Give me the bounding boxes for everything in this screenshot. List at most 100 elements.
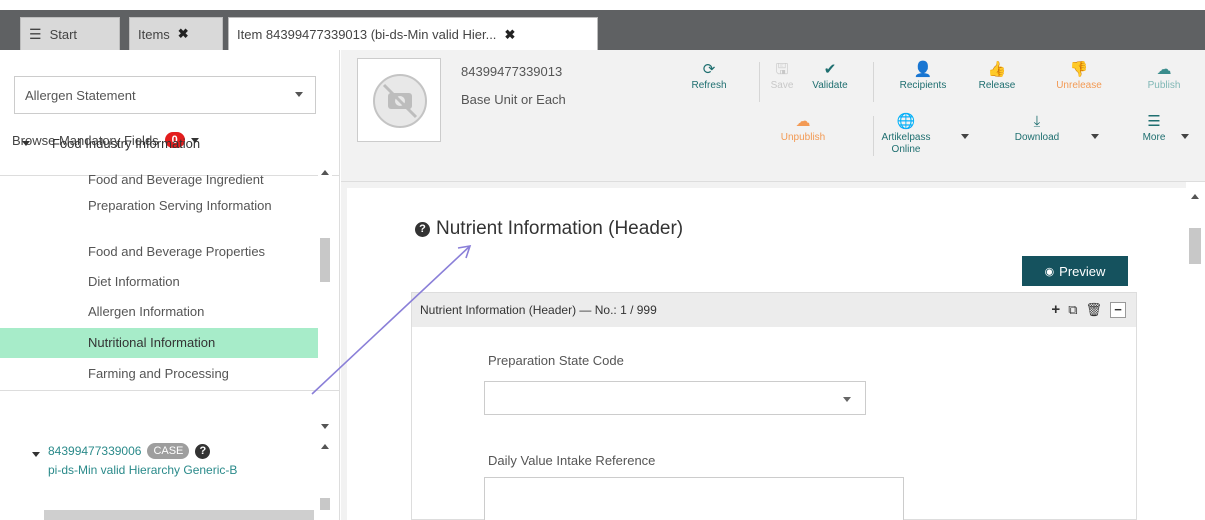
tree-group-label: Food Industry Information: [52, 136, 201, 151]
hierarchy-scrollbar[interactable]: [318, 390, 332, 510]
product-image-placeholder[interactable]: [357, 58, 441, 142]
thumbs-down-icon: 👎: [1069, 61, 1089, 78]
scroll-up-icon[interactable]: [321, 444, 329, 449]
hierarchy-item[interactable]: 84399477339006 CASE ? pi-ds-Min valid Hi…: [48, 443, 338, 477]
field-label-daily-value: Daily Value Intake Reference: [488, 453, 656, 468]
add-user-icon: 👤: [913, 61, 933, 78]
save-button[interactable]: 🖫 Save: [767, 62, 797, 92]
add-icon[interactable]: +: [1051, 301, 1060, 318]
tab-item-detail[interactable]: Item 84399477339013 (bi-ds-Min valid Hie…: [228, 17, 598, 51]
section-tree: Food Industry Information Food and Bever…: [0, 126, 318, 390]
tab-items-label: Items: [138, 26, 170, 42]
save-icon: 🖫: [775, 61, 789, 78]
artikelpass-label: Artikelpass: [881, 132, 931, 143]
release-button[interactable]: 👍 Release: [977, 62, 1017, 92]
help-icon[interactable]: ?: [415, 221, 430, 237]
save-label: Save: [770, 80, 794, 91]
trash-icon[interactable]: 🗑: [1085, 302, 1102, 318]
item-unit: Base Unit or Each: [461, 92, 566, 107]
panel-tools: + ⧉ 🗑 −: [1051, 301, 1126, 318]
nutrient-panel: Nutrient Information (Header) — No.: 1 /…: [411, 292, 1137, 520]
section-title: ? Nutrient Information (Header): [415, 218, 683, 240]
tree-group-food-industry[interactable]: Food Industry Information: [22, 136, 200, 151]
tree-item-nutritional-information[interactable]: Nutritional Information: [0, 328, 318, 358]
copy-icon[interactable]: ⧉: [1068, 302, 1077, 318]
tab-item-detail-label: Item 84399477339013 (bi-ds-Min valid Hie…: [237, 27, 497, 42]
chevron-down-icon[interactable]: [1091, 134, 1099, 139]
tree-item-food-beverage-properties[interactable]: Food and Beverage Properties: [0, 240, 318, 264]
tree-item-food-beverage-ingredient[interactable]: Food and Beverage Ingredient: [0, 168, 318, 192]
unrelease-label: Unrelease: [1056, 80, 1102, 91]
scrollbar-thumb[interactable]: [1189, 228, 1201, 264]
hierarchy-gtin[interactable]: 84399477339006: [48, 444, 141, 458]
download-icon: ⤓: [1033, 113, 1041, 130]
chevron-down-icon[interactable]: [1181, 134, 1189, 139]
menu-icon: ☰: [1147, 113, 1161, 130]
preview-label: Preview: [1059, 263, 1106, 279]
help-icon[interactable]: ?: [195, 443, 211, 459]
hamburger-icon: ☰: [29, 25, 42, 42]
close-icon[interactable]: ✖: [178, 26, 189, 42]
divider: [0, 390, 340, 391]
app-root: { "tabs": [ {"label": "Start", "icon": "…: [0, 0, 1205, 520]
refresh-icon: ⟳: [702, 61, 716, 78]
item-header: 84399477339013 Base Unit or Each ⟳ Refre…: [341, 50, 1205, 182]
case-badge: CASE: [147, 443, 190, 459]
main-scrollbar[interactable]: [1186, 182, 1205, 520]
chevron-down-icon[interactable]: [22, 141, 30, 146]
hierarchy-item-header: 84399477339006 CASE ?: [48, 443, 338, 459]
tree-item-allergen-information[interactable]: Allergen Information: [0, 300, 318, 324]
refresh-button[interactable]: ⟳ Refresh: [686, 62, 732, 92]
recipients-button[interactable]: 👤 Recipients: [893, 62, 953, 92]
chevron-down-icon[interactable]: [32, 452, 40, 457]
refresh-label: Refresh: [691, 80, 727, 91]
main-content: ? Nutrient Information (Header) ◉ Previe…: [341, 182, 1186, 520]
scroll-up-icon[interactable]: [1191, 194, 1199, 199]
globe-icon: 🌐: [896, 113, 916, 130]
validate-label: Validate: [812, 80, 848, 91]
hierarchy-child-row[interactable]: [44, 510, 314, 520]
tree-item-farming-processing[interactable]: Farming and Processing: [0, 362, 318, 386]
panel-title: Nutrient Information (Header) — No.: 1 /…: [420, 303, 657, 317]
toolbar-separator: [873, 62, 874, 102]
section-select[interactable]: Allergen Statement: [14, 76, 316, 114]
recipients-label: Recipients: [899, 80, 947, 91]
tab-start-label: Start: [49, 26, 78, 42]
scrollbar-thumb[interactable]: [320, 498, 330, 510]
publish-label: Publish: [1147, 80, 1181, 91]
chevron-down-icon[interactable]: [961, 134, 969, 139]
download-button[interactable]: ⤓ Download: [1011, 114, 1063, 144]
close-icon[interactable]: ✖: [504, 27, 515, 43]
preparation-state-select[interactable]: [484, 381, 866, 415]
tab-start[interactable]: ☰ Start: [20, 17, 120, 50]
hierarchy-name[interactable]: pi-ds-Min valid Hierarchy Generic-B: [48, 463, 338, 477]
artikelpass-online-button[interactable]: 🌐 Artikelpass Online: [879, 114, 933, 156]
download-label: Download: [1014, 132, 1060, 143]
section-select-value: Allergen Statement: [25, 87, 136, 103]
sidebar-scrollbar[interactable]: [318, 126, 332, 429]
tab-bar: ☰ Start Items ✖ Item 84399477339013 (bi-…: [0, 0, 1205, 51]
unrelease-button[interactable]: 👎 Unrelease: [1049, 62, 1109, 92]
chevron-down-icon: [295, 92, 303, 97]
panel-header: Nutrient Information (Header) — No.: 1 /…: [412, 293, 1136, 327]
scrollbar-thumb[interactable]: [320, 238, 330, 282]
publish-button[interactable]: ☁ Publish: [1141, 62, 1187, 92]
unpublish-button[interactable]: ☁ Unpublish: [773, 114, 833, 144]
release-label: Release: [978, 80, 1016, 91]
artikelpass-label-2: Online: [891, 144, 921, 155]
daily-value-input[interactable]: [484, 477, 904, 520]
collapse-button[interactable]: −: [1110, 301, 1126, 318]
section-title-text: Nutrient Information (Header): [436, 218, 684, 239]
tree-item-diet-information[interactable]: Diet Information: [0, 270, 318, 294]
validate-button[interactable]: ✔ Validate: [809, 62, 851, 92]
more-button[interactable]: ☰ More: [1139, 114, 1169, 144]
toolbar-separator: [759, 62, 760, 102]
unpublish-label: Unpublish: [780, 132, 826, 143]
preview-button[interactable]: ◉ Preview: [1022, 256, 1128, 286]
tree-item-preparation-serving[interactable]: Preparation Serving Information: [0, 196, 318, 232]
more-label: More: [1142, 132, 1166, 143]
item-gtin: 84399477339013: [461, 64, 563, 79]
scroll-up-icon[interactable]: [321, 170, 329, 175]
no-image-icon: [373, 74, 427, 128]
tab-items[interactable]: Items ✖: [129, 17, 223, 50]
